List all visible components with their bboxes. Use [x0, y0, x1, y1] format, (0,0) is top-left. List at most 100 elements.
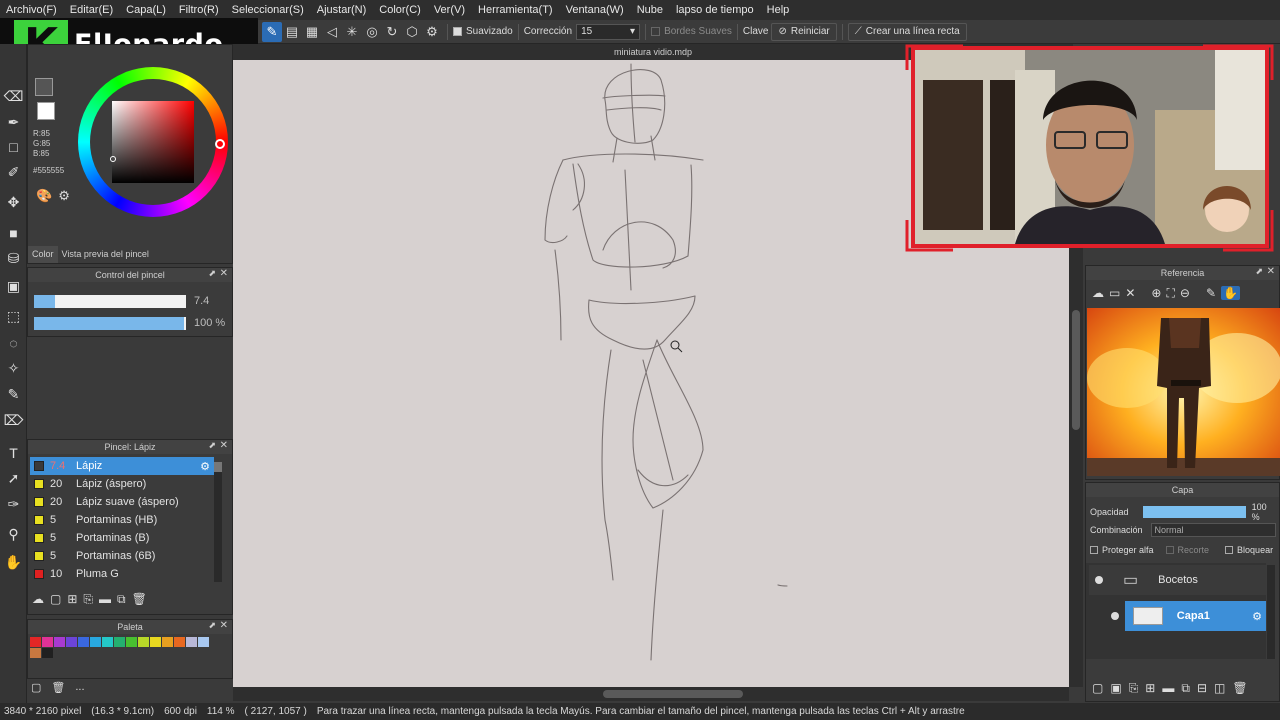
tab-color[interactable]: Color	[28, 246, 58, 263]
fill-square-icon[interactable]: ■	[3, 222, 24, 243]
layer-scrollbar[interactable]	[1267, 565, 1275, 659]
add-layer-icon[interactable]: ⊞	[1145, 681, 1155, 696]
gear-icon[interactable]: ⚙	[200, 460, 210, 473]
foreground-color-swatch[interactable]	[35, 78, 53, 96]
operation-icon[interactable]: ➚	[3, 468, 24, 489]
reference-image[interactable]	[1087, 308, 1280, 476]
new-brush-icon[interactable]: ▢	[50, 592, 61, 607]
palette-swatch[interactable]	[30, 648, 41, 658]
visibility-icon[interactable]	[1095, 576, 1103, 584]
merge-icon[interactable]: ⊟	[1197, 681, 1207, 696]
palette-swatch[interactable]	[30, 637, 41, 647]
menu-item-0[interactable]: Archivo(F)	[6, 4, 57, 16]
palette-swatch[interactable]	[66, 637, 77, 647]
palette-more[interactable]: ...	[75, 681, 84, 694]
new-layer-icon[interactable]: ▢	[1092, 681, 1103, 696]
gear-icon[interactable]: ⚙	[1252, 610, 1262, 623]
zoom-out-icon[interactable]: ⊖	[1180, 286, 1190, 300]
pen-mode-icon[interactable]: ✎	[262, 21, 282, 42]
palette-swatch[interactable]	[198, 637, 209, 647]
menu-item-10[interactable]: Nube	[637, 4, 663, 16]
magic-wand-icon[interactable]: ✧	[3, 358, 24, 379]
brush-item[interactable]: 5 Portaminas (6B)	[30, 547, 214, 565]
settings-icon[interactable]: ⚙	[422, 22, 442, 42]
hand-icon[interactable]: ✋	[3, 552, 24, 573]
maximize-icon[interactable]: ⬈	[208, 440, 216, 451]
brush-item[interactable]: 7.4 Lápiz ⚙	[30, 457, 214, 475]
divider-pen-icon[interactable]: ✑	[3, 494, 24, 515]
bucket-icon[interactable]: ⛁	[3, 248, 24, 269]
close-icon[interactable]: ✕	[220, 268, 228, 279]
folder-icon[interactable]: ▬	[1162, 681, 1174, 696]
copy-brush-icon[interactable]: ⎘	[83, 592, 93, 607]
radial-icon[interactable]: ✳	[342, 22, 362, 42]
brush-size-slider[interactable]: 7.4	[34, 294, 226, 308]
maximize-icon[interactable]: ⬈	[208, 268, 216, 279]
clear-icon[interactable]: ◫	[1214, 681, 1225, 696]
menu-item-11[interactable]: lapso de tiempo	[676, 4, 754, 16]
clip-checkbox[interactable]	[1165, 546, 1174, 554]
palette-swatch[interactable]	[114, 637, 125, 647]
protect-alpha-checkbox[interactable]	[1090, 546, 1098, 554]
polygon-icon[interactable]: ⬡	[402, 22, 422, 42]
hue-marker[interactable]	[215, 139, 225, 149]
layer-folder-row[interactable]: ▭ Bocetos	[1089, 565, 1266, 595]
menu-item-1[interactable]: Editar(E)	[70, 4, 113, 16]
palette-swatch[interactable]	[54, 637, 65, 647]
visibility-icon[interactable]	[1111, 612, 1119, 620]
trash-icon[interactable]: 🗑	[1232, 681, 1247, 696]
layer-row[interactable]: Capa1 ⚙	[1089, 601, 1266, 631]
background-color-swatch[interactable]	[37, 102, 55, 120]
lasso-icon[interactable]: ◌	[3, 332, 24, 353]
brush-opacity-slider[interactable]: 100 %	[34, 316, 226, 330]
correccion-select[interactable]: 15 ▾	[576, 23, 641, 40]
palette-swatch[interactable]	[78, 637, 89, 647]
fit-icon[interactable]: ⛶	[1166, 286, 1174, 301]
select-eraser-icon[interactable]: ⌦	[3, 410, 24, 431]
brush-item[interactable]: 20 Lápiz (áspero)	[30, 475, 214, 493]
close-icon[interactable]: ✕	[220, 620, 228, 631]
reiniciar-button[interactable]: ⊘ Reiniciar	[771, 22, 837, 41]
lock-checkbox[interactable]	[1225, 546, 1234, 554]
close-icon[interactable]: ✕	[220, 440, 228, 451]
zoom-in-icon[interactable]: ⊕	[1151, 286, 1161, 300]
menu-item-9[interactable]: Ventana(W)	[566, 4, 624, 16]
brush-item[interactable]: 20 Lápiz suave (áspero)	[30, 493, 214, 511]
menu-item-4[interactable]: Seleccionar(S)	[232, 4, 304, 16]
text-icon[interactable]: T	[3, 442, 24, 463]
trash-icon[interactable]: 🗑	[51, 681, 65, 694]
hand-icon[interactable]: ✋	[1221, 286, 1240, 300]
canvas-horizontal-scrollbar[interactable]	[233, 687, 1069, 701]
close-icon[interactable]: ✕	[1125, 286, 1135, 300]
brush-list-scrollbar[interactable]	[214, 462, 222, 582]
blend-select[interactable]: Normal	[1150, 523, 1276, 537]
duplicate-icon[interactable]: ⧉	[1181, 681, 1190, 696]
trash-icon[interactable]: 🗑	[132, 592, 147, 607]
brush-item[interactable]: 5 Portaminas (B)	[30, 529, 214, 547]
palette-settings-icon[interactable]: ⚙	[58, 188, 70, 204]
bordes-suaves-checkbox[interactable]	[651, 27, 661, 36]
select-rect-icon[interactable]: ⬚	[3, 306, 24, 327]
palette-swatch[interactable]	[186, 637, 197, 647]
copy-layer-icon[interactable]: ⎘	[1129, 681, 1139, 696]
menu-item-8[interactable]: Herramienta(T)	[478, 4, 553, 16]
pen-icon[interactable]: ✒	[3, 112, 24, 133]
curve-icon[interactable]: ↻	[382, 22, 402, 42]
layer-opacity-slider[interactable]	[1142, 506, 1246, 518]
menu-item-12[interactable]: Help	[767, 4, 790, 16]
palette-swatch[interactable]	[150, 637, 161, 647]
concentric-icon[interactable]: ◎	[362, 22, 382, 42]
palette-swatch[interactable]	[162, 637, 173, 647]
cloud-icon[interactable]: ☁	[32, 592, 44, 607]
duplicate-icon[interactable]: ⧉	[117, 592, 126, 607]
close-icon[interactable]: ✕	[1267, 266, 1275, 277]
brush-item[interactable]: 5 Portaminas (HB)	[30, 511, 214, 529]
hatch-icon[interactable]: ▤	[282, 22, 302, 42]
new-palette-icon[interactable]: ▢	[31, 681, 41, 694]
vanish-point-icon[interactable]: ◁	[322, 22, 342, 42]
saturation-value-square[interactable]	[112, 101, 194, 183]
gradient-icon[interactable]: ▣	[3, 276, 24, 297]
select-pen-icon[interactable]: ✎	[3, 384, 24, 405]
folder-icon[interactable]: ▬	[99, 592, 111, 607]
palette-swatch[interactable]	[102, 637, 113, 647]
